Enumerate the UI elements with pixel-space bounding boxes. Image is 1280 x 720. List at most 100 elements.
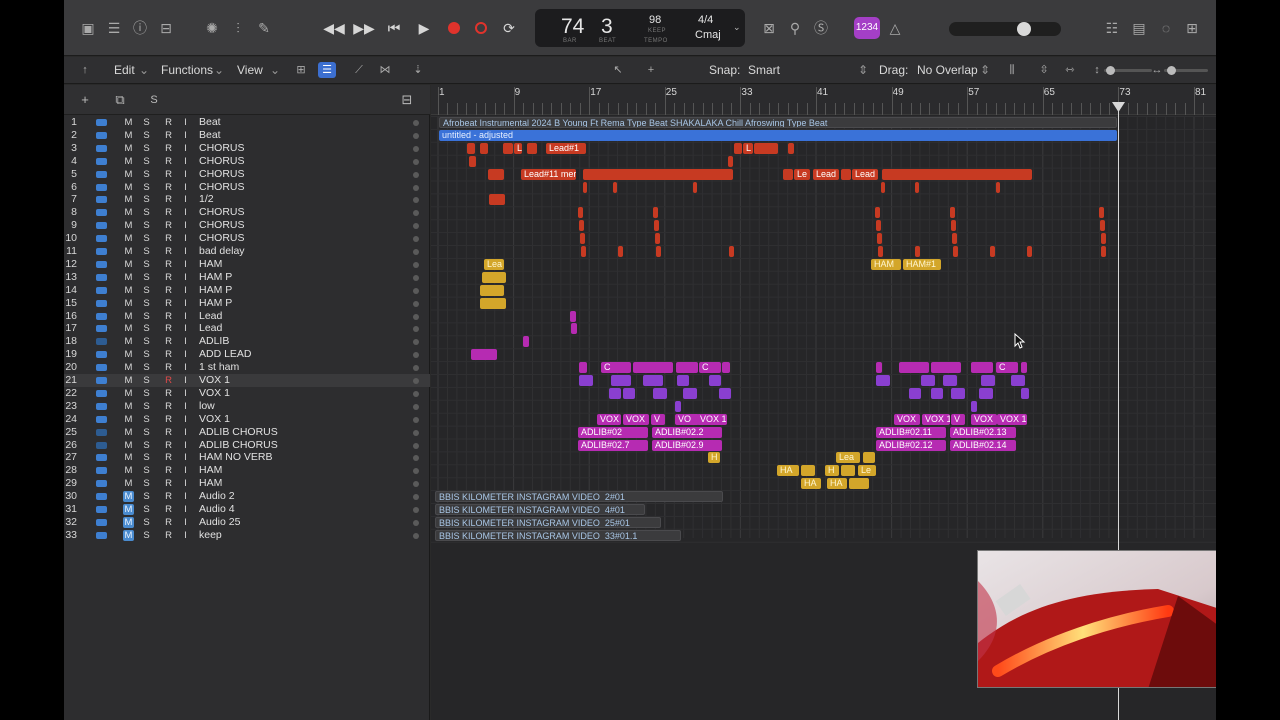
region[interactable] [881,181,885,193]
input-monitor-button[interactable]: I [180,362,191,373]
solo-button[interactable]: S [141,156,152,167]
mute-button[interactable]: M [123,401,134,412]
track-name[interactable]: CHORUS [199,232,245,245]
track-name[interactable]: ADD LEAD [199,348,252,361]
input-monitor-button[interactable]: I [180,246,191,257]
region-c2[interactable]: C [699,362,721,374]
region[interactable] [480,284,504,296]
track-header[interactable]: 33 M S R I keep [64,529,430,542]
region[interactable] [841,168,851,180]
region[interactable] [693,181,697,193]
region[interactable] [909,387,921,399]
region-ha1[interactable]: HA [777,465,799,477]
record-enable-button[interactable]: R [163,298,174,309]
mute-button[interactable]: M [123,259,134,270]
replace-icon[interactable]: ⊠ [759,18,779,38]
region[interactable] [656,246,661,257]
pointer-tool-icon[interactable]: ↖ [609,62,627,78]
record-enable-button[interactable]: R [163,311,174,322]
solo-button[interactable]: S [141,414,152,425]
region[interactable] [613,181,617,193]
region[interactable] [653,387,667,399]
solo-button[interactable]: S [141,311,152,322]
region-lead1[interactable]: Lead#1 [546,142,586,154]
horizontal-zoom-knob[interactable] [1167,66,1176,75]
record-enable-button[interactable]: R [163,401,174,412]
input-monitor-button[interactable]: I [180,285,191,296]
region[interactable] [915,181,919,193]
track-name[interactable]: bad delay [199,245,245,258]
solo-button[interactable]: S [141,440,152,451]
region[interactable] [734,142,742,154]
mute-button[interactable]: M [123,336,134,347]
solo-button[interactable]: S [141,336,152,347]
record-enable-button[interactable]: R [163,246,174,257]
count-in-button[interactable]: 1234 [854,17,880,39]
solo-button[interactable]: S [141,349,152,360]
functions-menu[interactable]: Functions [161,63,213,77]
solo-button[interactable]: S [141,362,152,373]
region-audio4[interactable]: BBIS KILOMETER INSTAGRAM VIDEO_4#01 [435,504,645,515]
solo-button[interactable]: S [141,452,152,463]
mute-button[interactable]: M [123,285,134,296]
track-header[interactable]: 9 M S R I CHORUS [64,219,430,232]
edit-menu[interactable]: Edit [114,63,135,77]
record-enable-button[interactable]: R [163,427,174,438]
mute-button[interactable]: M [123,311,134,322]
solo-button[interactable]: S [141,517,152,528]
region[interactable] [709,375,721,386]
tuner-icon[interactable]: ⚲ [785,18,805,38]
mute-button[interactable]: M [123,246,134,257]
track-name[interactable]: CHORUS [199,142,245,155]
track-header[interactable]: 2 M S R I Beat [64,129,430,142]
record-enable-button[interactable]: R [163,117,174,128]
region[interactable] [1099,207,1104,219]
region-adlib0211[interactable]: ADLIB#02.11 [876,426,946,438]
list-view-icon[interactable]: ☰ [318,62,336,78]
solo-button[interactable]: S [141,272,152,283]
quick-help-icon[interactable]: ⓘ [130,18,150,38]
input-monitor-button[interactable]: I [180,465,191,476]
track-header[interactable]: 5 M S R I CHORUS [64,168,430,181]
region[interactable] [849,478,869,490]
track-name[interactable]: CHORUS [199,155,245,168]
list-editors-icon[interactable]: ☷ [1102,18,1122,38]
input-monitor-button[interactable]: I [180,207,191,218]
record-enable-button[interactable]: R [163,388,174,399]
mute-button[interactable]: M [123,169,134,180]
inspector-icon[interactable]: ☰ [104,18,124,38]
solo-button[interactable]: S [141,143,152,154]
region[interactable] [609,387,621,399]
track-name[interactable]: VOX 1 [199,413,230,426]
region[interactable] [581,246,586,257]
region[interactable] [643,375,663,386]
region[interactable] [877,233,882,245]
input-monitor-button[interactable]: I [180,388,191,399]
region[interactable] [801,465,815,477]
region[interactable] [618,246,623,257]
region-l1[interactable]: L [514,142,522,154]
region[interactable] [728,155,733,167]
region[interactable] [915,246,920,257]
mute-button[interactable]: M [123,117,134,128]
solo-button[interactable]: S [141,169,152,180]
record-enable-button[interactable]: R [163,440,174,451]
region[interactable] [783,168,793,180]
track-name[interactable]: Audio 25 [199,516,240,529]
track-header[interactable]: 27 M S R I HAM NO VERB [64,451,430,464]
smart-controls-icon[interactable]: ✺ [202,18,222,38]
mute-button[interactable]: M [123,233,134,244]
input-monitor-button[interactable]: I [180,259,191,270]
track-header[interactable]: 17 M S R I Lead [64,322,430,335]
region-vox_b[interactable]: VOX [623,413,649,425]
solo-button[interactable]: S [141,375,152,386]
region[interactable] [979,387,993,399]
record-enable-button[interactable]: R [163,375,174,386]
region[interactable] [653,207,658,219]
input-monitor-button[interactable]: I [180,130,191,141]
track-header[interactable]: 12 M S R I HAM [64,258,430,271]
solo-button[interactable]: S [141,427,152,438]
track-name[interactable]: Beat [199,129,221,142]
mute-button[interactable]: M [123,529,134,541]
record-enable-button[interactable]: R [163,130,174,141]
